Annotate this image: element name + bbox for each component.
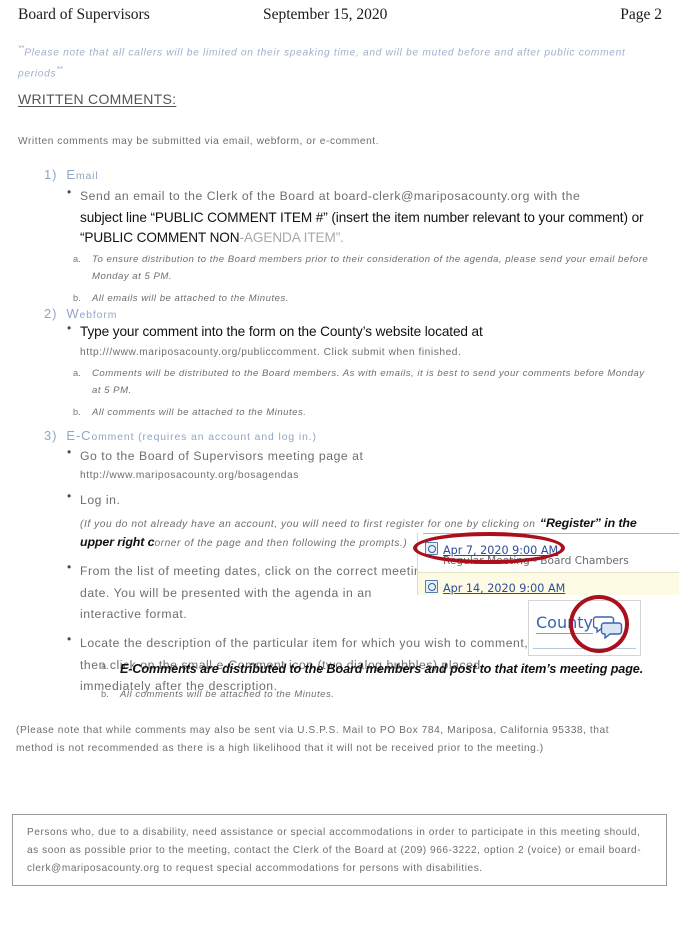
ecomment-icon-screenshot-inset: County [528, 600, 641, 656]
agenda-document-icon [425, 580, 438, 593]
ada-accommodation-box: Persons who, due to a disability, need a… [12, 814, 667, 886]
webform-bullet-list: Type your comment into the form on the C… [62, 321, 654, 362]
email-instruction-gray: Send an email to the Clerk of the Board … [80, 189, 581, 203]
email-nonagenda-ghost: -AGENDA ITEM”. [239, 230, 344, 246]
header-page-number: Page 2 [620, 6, 662, 23]
page-header: Board of Supervisors September 15, 2020 … [18, 6, 662, 28]
list-item: From the list of meeting dates, click on… [67, 560, 432, 625]
ecomment-sub-list-wrap: E-Comments are distributed to the Board … [92, 658, 654, 708]
written-comments-heading: WRITTEN COMMENTS: [18, 91, 177, 107]
header-date: September 15, 2020 [263, 6, 388, 23]
register-note-close: orner of the page and then following the… [154, 538, 408, 550]
meeting-date-link-apr14[interactable]: Apr 14, 2020 9:00 AM [443, 582, 565, 595]
meeting-dates-screenshot-inset: Apr 7, 2020 9:00 AM Regular Meeting - Bo… [417, 533, 679, 595]
list-item: All comments will be attached to the Min… [73, 404, 307, 421]
ecomment-sub-list: E-Comments are distributed to the Board … [92, 658, 654, 703]
list-item: To ensure distribution to the Board memb… [73, 251, 649, 283]
list-item: All emails will be attached to the Minut… [73, 290, 289, 307]
ecomment-login-text: Log in. [80, 493, 121, 508]
list-item: Send an email to the Clerk of the Board … [67, 185, 654, 248]
header-body-name: Board of Supervisors [18, 6, 150, 23]
list-item: Type your comment into the form on the C… [67, 321, 654, 362]
ecomment-bos-url: http://www.mariposacounty.org/bosagendas [80, 470, 299, 482]
list-item: Go to the Board of Supervisors meeting p… [67, 445, 432, 485]
email-sub-list: To ensure distribution to the Board memb… [62, 251, 654, 308]
asterisks-close: ** [56, 65, 63, 75]
list-number-3: 3) [44, 428, 58, 443]
register-note-open: (If you do not already have an account, … [80, 518, 536, 530]
ecomment-title-rest: omment (requires an account and log in.) [91, 432, 317, 443]
ecomment-title-cap: E-C [66, 428, 92, 443]
caller-notice-text: Please note that all callers will be lim… [18, 47, 626, 80]
ecomment-select-date-text: From the list of meeting dates, click on… [80, 564, 429, 621]
ecomment-goto-text: Go to the Board of Supervisors meeting p… [80, 449, 364, 463]
webform-url: http:///www.mariposacounty.org/publiccom… [80, 346, 462, 358]
webform-title-rest: ebform [79, 310, 118, 321]
email-content: Send an email to the Clerk of the Board … [62, 185, 654, 313]
ecomment-distribution-note: E-Comments are distributed to the Board … [120, 662, 644, 676]
meeting-date-row-2[interactable]: Apr 14, 2020 9:00 AM [418, 572, 679, 595]
ada-notice-text: Persons who, due to a disability, need a… [27, 827, 642, 874]
list-item: Comments will be distributed to the Boar… [73, 365, 645, 396]
webform-sub-list: Comments will be distributed to the Boar… [62, 365, 654, 422]
list-item: E-Comments are distributed to the Board … [101, 658, 654, 681]
webform-title-cap: W [66, 306, 80, 321]
webform-instruction-bold: Type your comment into the form on the C… [80, 324, 483, 339]
list-number-1: 1) [44, 167, 58, 182]
ecomment-dialog-bubbles-icon[interactable] [592, 615, 623, 644]
email-title-rest: mail [75, 171, 99, 182]
county-link-label[interactable]: County [536, 613, 593, 634]
email-bullet-list: Send an email to the Clerk of the Board … [62, 185, 654, 248]
list-heading-webform: 2) Webform [44, 306, 117, 321]
email-subject-line-bold: subject line “PUBLIC COMMENT ITEM #” (in… [80, 210, 644, 246]
email-title-cap: E [66, 167, 76, 182]
list-item: All comments will be attached to the Min… [101, 686, 335, 703]
inset-top-rule [423, 533, 679, 534]
meeting-description-apr7: Regular Meeting - Board Chambers [443, 555, 629, 567]
agenda-document-icon [425, 542, 438, 555]
list-heading-email: 1) Email [44, 167, 99, 182]
intro-paragraph: Written comments may be submitted via em… [18, 136, 380, 147]
caller-notice: **Please note that all callers will be l… [18, 42, 648, 85]
list-heading-ecomment: 3) E-Comment (requires an account and log… [44, 428, 317, 443]
list-number-2: 2) [44, 306, 58, 321]
webform-content: Type your comment into the form on the C… [62, 321, 654, 426]
inset-bottom-rule [533, 648, 636, 649]
usps-mail-note: (Please note that while comments may als… [16, 725, 610, 754]
list-item: Log in. (If you do not already have an a… [67, 489, 637, 553]
